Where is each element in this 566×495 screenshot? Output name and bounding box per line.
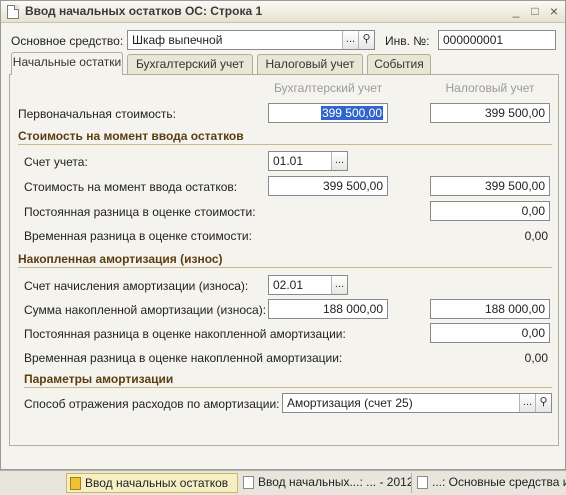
depr-sum-tax-field[interactable]: 188 000,00	[430, 299, 550, 319]
initial-cost-label: Первоначальная стоимость:	[18, 107, 176, 121]
depr-account-value: 02.01	[273, 278, 304, 292]
initial-cost-acc-field[interactable]: 399 500,00	[268, 103, 388, 123]
asset-value: Шкаф выпечной	[132, 33, 223, 47]
taskbar-item-label: Ввод начальных...: ... - 2012 г.	[258, 475, 412, 489]
document-icon	[417, 476, 428, 489]
account-value: 01.01	[273, 154, 304, 168]
section-accumulated-depreciation: Накопленная амортизация (износ)	[18, 252, 223, 266]
taskbar-item-document[interactable]: Ввод начальных...: ... - 2012 г.	[240, 473, 412, 493]
section-divider	[18, 144, 552, 145]
asset-field[interactable]: Шкаф выпечной ... ⚲	[127, 30, 375, 50]
document-icon	[243, 476, 254, 489]
tab-accounting[interactable]: Бухгалтерский учет	[127, 54, 253, 74]
restore-button[interactable]: □	[526, 4, 544, 20]
window-title: Ввод начальных остатков ОС: Строка 1	[25, 4, 263, 18]
perm-diff-depr-label: Постоянная разница в оценке накопленной …	[24, 327, 346, 341]
temp-diff-depr-tax-value: 0,00	[524, 351, 548, 365]
asset-label: Основное средство:	[11, 34, 124, 48]
main-window: Ввод начальных остатков ОС: Строка 1 _ □…	[0, 0, 566, 470]
depr-account-field[interactable]: 02.01 ...	[268, 275, 348, 295]
depr-method-search-icon[interactable]: ⚲	[535, 394, 551, 412]
column-accounting: Бухгалтерский учет	[273, 81, 383, 95]
account-label: Счет учета:	[24, 155, 88, 169]
asset-select-button[interactable]: ...	[342, 31, 358, 49]
cost-at-input-acc-field[interactable]: 399 500,00	[268, 176, 388, 196]
tab-tax[interactable]: Налоговый учет	[257, 54, 363, 74]
tab-panel: Бухгалтерский учет Налоговый учет Первон…	[9, 74, 559, 446]
tab-initial-balances[interactable]: Начальные остатки	[11, 52, 123, 75]
temp-diff-depr-label: Временная разница в оценке накопленной а…	[24, 351, 343, 365]
taskbar-item-initial-balances[interactable]: Ввод начальных остатков	[66, 473, 238, 493]
account-field[interactable]: 01.01 ...	[268, 151, 348, 171]
depr-account-label: Счет начисления амортизации (износа):	[24, 279, 249, 293]
perm-diff-cost-tax-field[interactable]: 0,00	[430, 201, 550, 221]
initial-cost-tax-field[interactable]: 399 500,00	[430, 103, 550, 123]
account-select-button[interactable]: ...	[331, 152, 347, 170]
depr-sum-label: Сумма накопленной амортизации (износа):	[24, 303, 267, 317]
tab-events[interactable]: События	[367, 54, 431, 74]
inv-label: Инв. №:	[385, 34, 430, 48]
folder-icon	[70, 477, 81, 490]
temp-diff-cost-label: Временная разница в оценке стоимости:	[24, 229, 252, 243]
column-tax: Налоговый учет	[445, 81, 535, 95]
minimize-button[interactable]: _	[507, 4, 525, 20]
temp-diff-cost-tax-value: 0,00	[524, 229, 548, 243]
depr-account-select-button[interactable]: ...	[331, 276, 347, 294]
document-icon	[7, 5, 19, 19]
depr-method-select-button[interactable]: ...	[519, 394, 535, 412]
initial-cost-acc-value: 399 500,00	[320, 106, 383, 120]
taskbar: Ввод начальных остатков Ввод начальных..…	[0, 470, 566, 495]
section-depreciation-params: Параметры амортизации	[24, 372, 174, 386]
section-divider	[24, 387, 552, 388]
asset-search-icon[interactable]: ⚲	[358, 31, 374, 49]
title-bar: Ввод начальных остатков ОС: Строка 1 _ □…	[1, 1, 565, 23]
taskbar-item-label: ...: Основные средства и д	[432, 475, 566, 489]
taskbar-item-fixed-assets[interactable]: ...: Основные средства и д	[414, 473, 566, 493]
section-divider	[18, 267, 552, 268]
depr-method-value: Амортизация (счет 25)	[287, 396, 413, 410]
perm-diff-depr-tax-field[interactable]: 0,00	[430, 323, 550, 343]
depr-sum-acc-field[interactable]: 188 000,00	[268, 299, 388, 319]
cost-at-input-label: Стоимость на момент ввода остатков:	[24, 180, 238, 194]
perm-diff-cost-label: Постоянная разница в оценке стоимости:	[24, 205, 256, 219]
section-cost-at-input: Стоимость на момент ввода остатков	[18, 129, 244, 143]
depr-method-label: Способ отражения расходов по амортизации…	[24, 397, 280, 411]
cost-at-input-tax-field[interactable]: 399 500,00	[430, 176, 550, 196]
taskbar-item-label: Ввод начальных остатков	[85, 476, 229, 490]
depr-method-field[interactable]: Амортизация (счет 25) ... ⚲	[282, 393, 552, 413]
inv-number-field[interactable]: 000000001	[438, 30, 556, 50]
close-button[interactable]: ×	[545, 4, 563, 20]
